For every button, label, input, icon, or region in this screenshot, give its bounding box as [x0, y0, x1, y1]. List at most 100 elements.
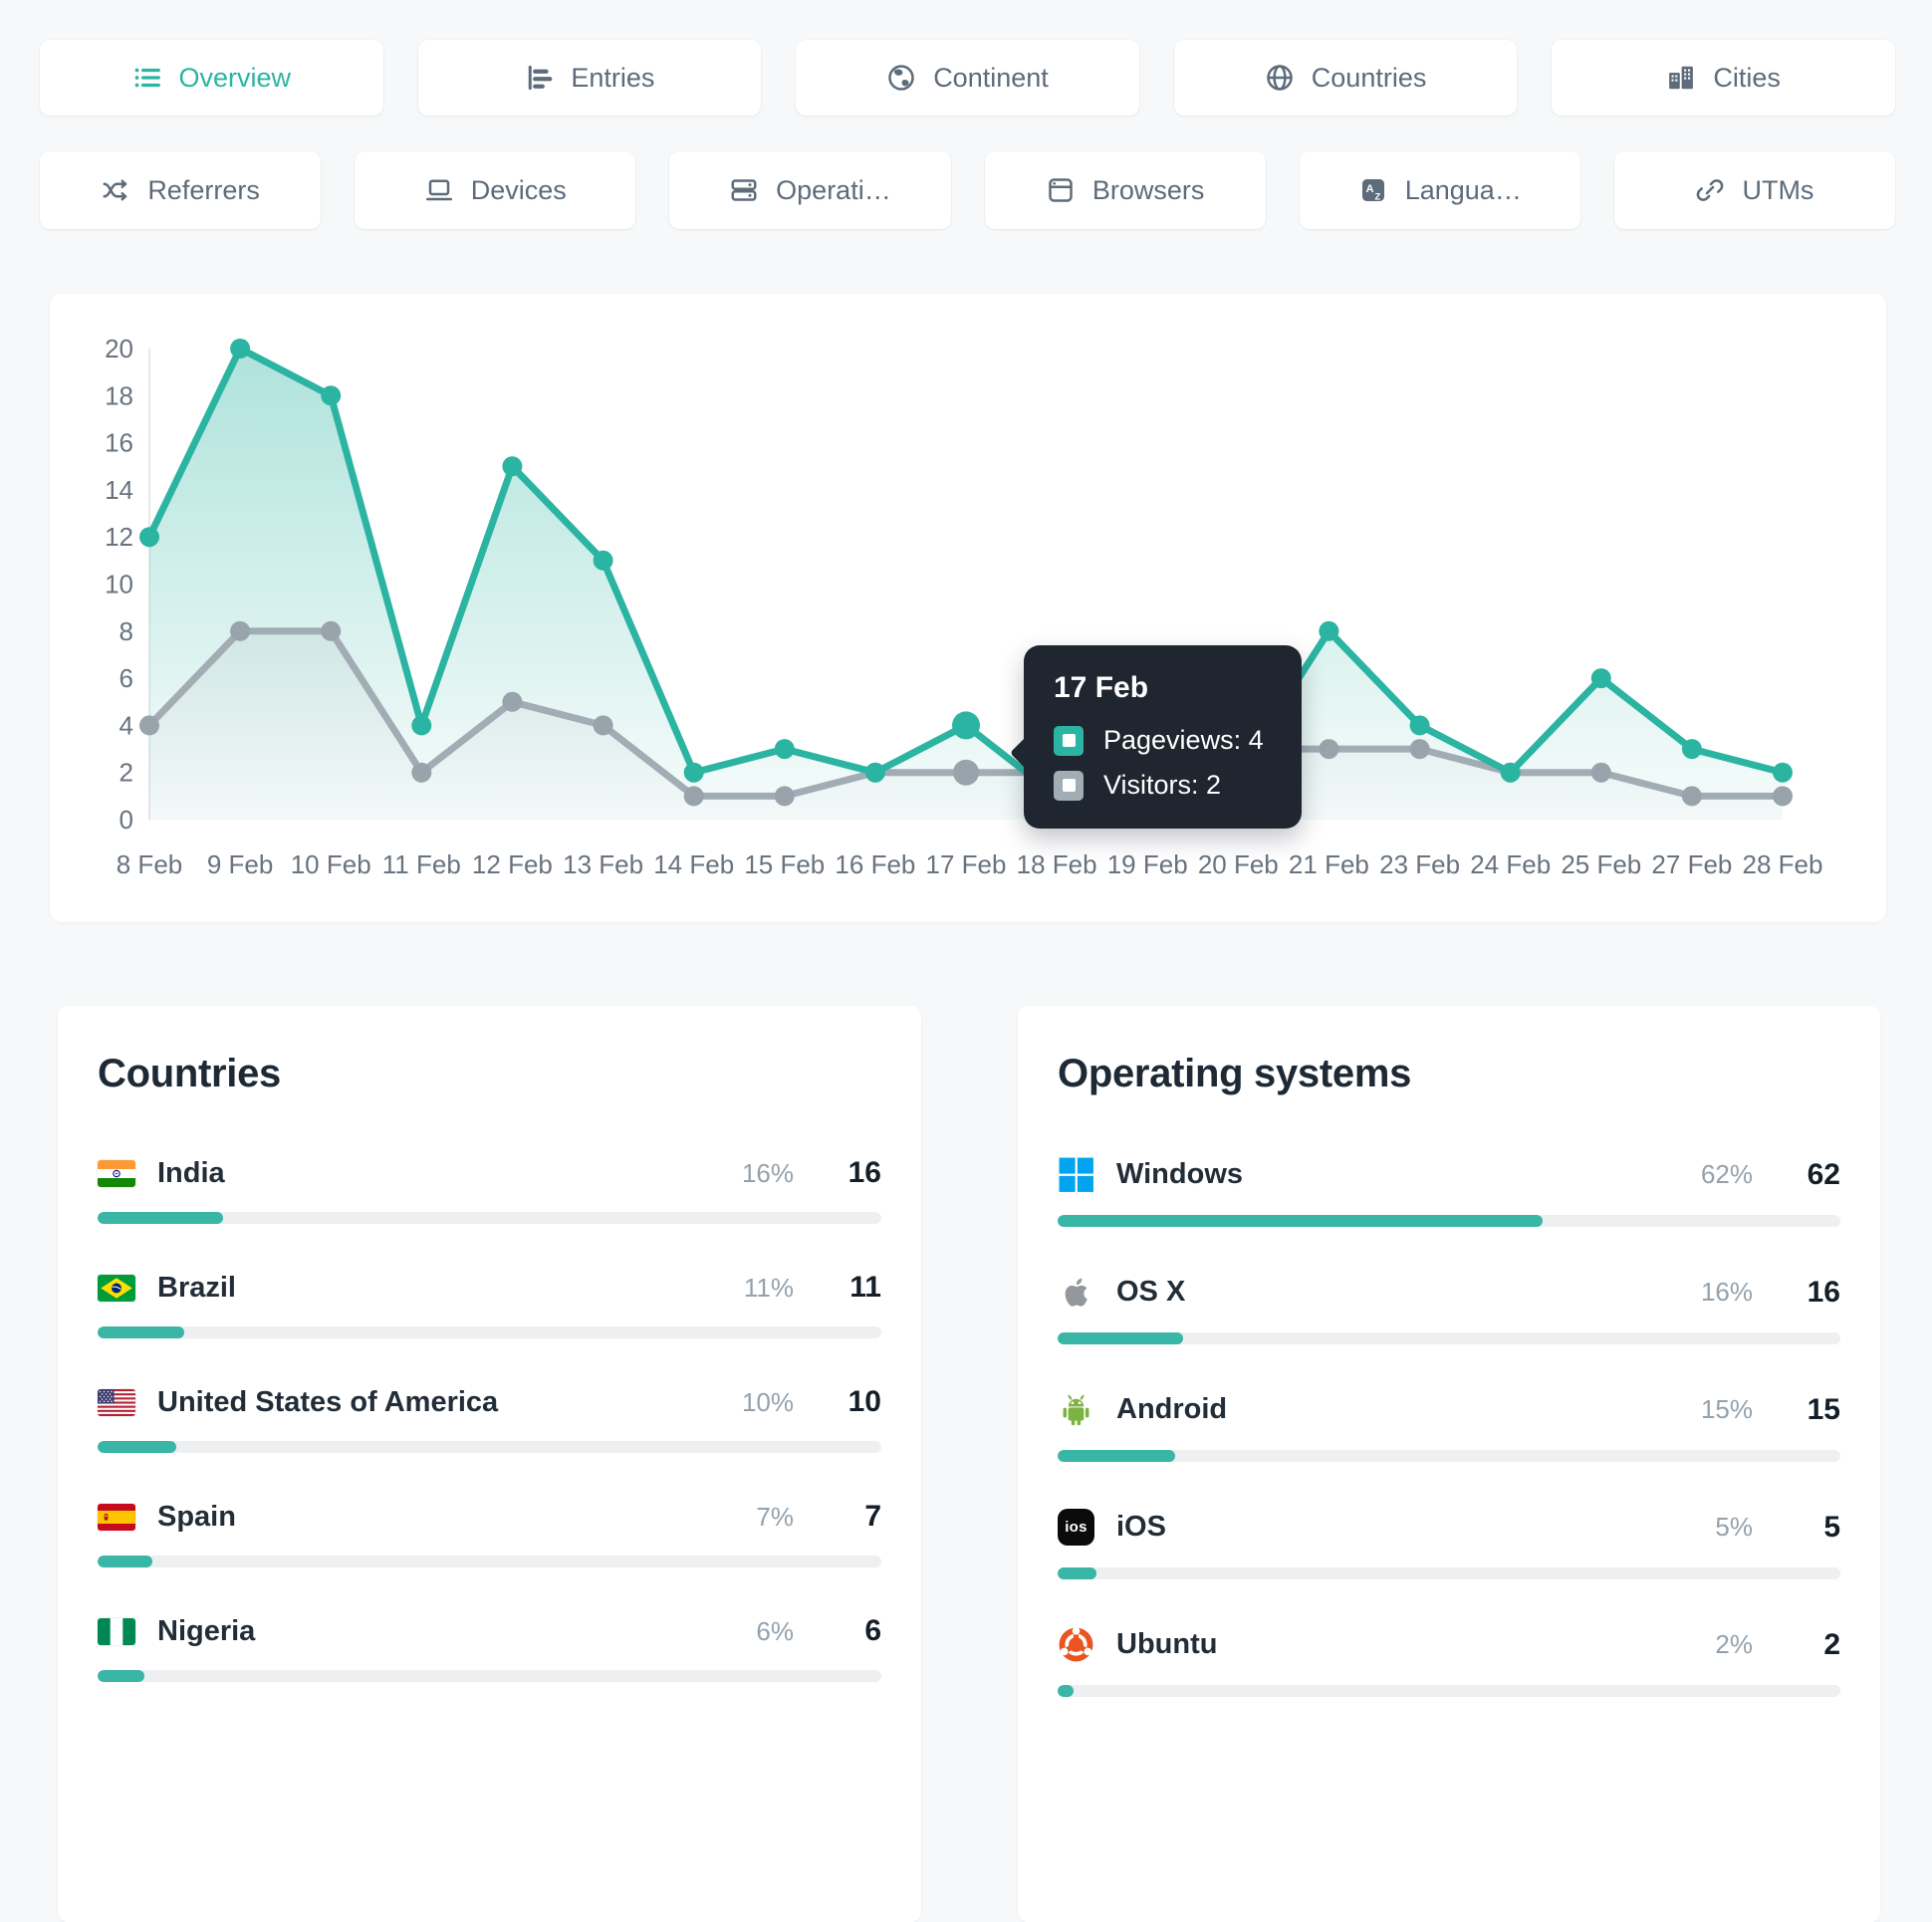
chart-point[interactable]	[1500, 762, 1521, 783]
stat-row[interactable]: Android 15% 15	[1058, 1391, 1840, 1462]
countries-list: India 16% 16 Brazil 11% 11 United States…	[98, 1156, 881, 1682]
chart-point[interactable]	[1681, 739, 1702, 760]
tab-langua[interactable]: A Z Langua…	[1299, 151, 1580, 229]
tab-operati[interactable]: Operati…	[669, 151, 951, 229]
stat-progress-bar	[1058, 1685, 1840, 1697]
stat-row[interactable]: Ubuntu 2% 2	[1058, 1626, 1840, 1697]
chart-point[interactable]	[593, 550, 613, 571]
stat-row[interactable]: OS X 16% 16	[1058, 1274, 1840, 1344]
x-axis-tick: 18 Feb	[1017, 849, 1097, 879]
chart-point[interactable]	[774, 786, 795, 807]
tab-cities[interactable]: Cities	[1552, 40, 1895, 116]
flag-nigeria-icon	[98, 1617, 135, 1645]
stat-row[interactable]: United States of America 10% 10	[98, 1385, 881, 1453]
tab-referrers[interactable]: Referrers	[40, 151, 322, 229]
y-axis: 0 2 4 6 8 10 12 14 16 18 20	[105, 334, 133, 835]
stat-value: 15	[1807, 1392, 1840, 1426]
chart-point[interactable]	[1590, 668, 1611, 689]
tab-devices[interactable]: Devices	[355, 151, 636, 229]
stat-percent: 62%	[1700, 1159, 1753, 1189]
chart-point[interactable]	[1409, 715, 1430, 736]
stat-name: Brazil	[157, 1271, 236, 1304]
stat-name: iOS	[1116, 1511, 1166, 1543]
tooltip-row: Visitors: 2	[1054, 770, 1268, 801]
chart-point[interactable]	[593, 715, 613, 736]
chart-point[interactable]	[864, 762, 885, 783]
stat-percent: 16%	[741, 1157, 794, 1188]
chart-point[interactable]	[139, 715, 159, 736]
chart-point[interactable]	[1681, 786, 1702, 807]
chart-point[interactable]	[1773, 786, 1793, 807]
x-axis-tick: 16 Feb	[835, 849, 915, 879]
x-axis-tick: 21 Feb	[1289, 849, 1369, 879]
stat-row[interactable]: India 16% 16	[98, 1156, 881, 1224]
chart-point[interactable]	[683, 762, 704, 783]
tooltip-metric: Visitors: 2	[1103, 770, 1222, 801]
stat-value: 11	[849, 1271, 881, 1304]
chart-point[interactable]	[502, 456, 523, 477]
chart-point[interactable]	[774, 739, 795, 760]
traffic-chart-card: 0 2 4 6 8 10 12 14 16 18 20 8 Feb 9 Feb 10 Feb 11 Feb…	[50, 294, 1886, 922]
stat-row[interactable]: ios iOS 5% 5	[1058, 1509, 1840, 1579]
stat-percent: 16%	[1700, 1277, 1753, 1307]
chart-point[interactable]	[1319, 620, 1339, 641]
x-axis-tick: 11 Feb	[382, 849, 461, 879]
stat-row[interactable]: Spain 7% 7	[98, 1500, 881, 1567]
tab-label: UTMs	[1742, 174, 1814, 205]
chart-point[interactable]	[952, 711, 980, 740]
x-axis-tick: 10 Feb	[291, 849, 371, 879]
operating-systems-panel-title: Operating systems	[1058, 1052, 1412, 1095]
chart-point[interactable]	[321, 620, 342, 641]
chart-point[interactable]	[411, 715, 432, 736]
svg-text:A: A	[1365, 183, 1373, 195]
chart-point[interactable]	[1590, 762, 1611, 783]
chart-point[interactable]	[1773, 762, 1793, 783]
language-icon: AZ	[1358, 175, 1388, 205]
x-axis-tick: 19 Feb	[1107, 849, 1188, 879]
tab-countries[interactable]: Countries	[1173, 40, 1518, 116]
visitors-legend-chip	[1054, 770, 1084, 801]
stat-value: 6	[864, 1614, 881, 1647]
chart-point[interactable]	[230, 620, 251, 641]
stat-row[interactable]: Nigeria 6% 6	[98, 1614, 881, 1682]
x-axis-tick: 27 Feb	[1651, 849, 1732, 879]
x-axis-tick: 9 Feb	[207, 849, 274, 879]
chart-point[interactable]	[230, 339, 251, 359]
tab-overview[interactable]: Overview	[40, 40, 383, 116]
operating-systems-panel: Operating systems Windows 62% 62 OS X 16…	[1018, 1006, 1880, 1922]
entries-icon	[524, 63, 554, 93]
x-axis-tick: 14 Feb	[653, 849, 734, 879]
x-axis-tick: 13 Feb	[563, 849, 643, 879]
stat-name: Spain	[157, 1500, 236, 1533]
chart-point[interactable]	[953, 759, 979, 786]
chart-point[interactable]	[1319, 739, 1339, 760]
tooltip-date: 17 Feb	[1054, 671, 1149, 705]
chart-point[interactable]	[502, 691, 523, 712]
chart-point[interactable]	[1409, 739, 1430, 760]
stat-row[interactable]: Brazil 11% 11	[98, 1271, 881, 1338]
stat-row[interactable]: Windows 62% 62	[1058, 1156, 1840, 1227]
y-axis-tick: 20	[105, 334, 133, 363]
chart-point[interactable]	[411, 762, 432, 783]
y-axis-tick: 8	[120, 616, 133, 646]
chart-point[interactable]	[683, 786, 704, 807]
countries-panel: Countries India 16% 16 Brazil 11% 11 Uni…	[58, 1006, 921, 1922]
x-axis-tick: 17 Feb	[926, 849, 1007, 879]
stat-percent: 7%	[756, 1501, 794, 1532]
stat-value: 5	[1823, 1510, 1840, 1544]
stat-progress-bar	[98, 1556, 881, 1567]
tab-label: Operati…	[776, 174, 891, 205]
stat-progress-bar	[98, 1670, 881, 1682]
chart-point[interactable]	[321, 385, 342, 406]
countries-panel-title: Countries	[98, 1052, 281, 1095]
tab-browsers[interactable]: Browsers	[984, 151, 1266, 229]
x-axis-tick: 12 Feb	[472, 849, 553, 879]
stat-name: Windows	[1116, 1158, 1244, 1190]
chart-point[interactable]	[139, 527, 159, 548]
stat-progress-bar	[1058, 1215, 1840, 1227]
x-axis-tick: 8 Feb	[117, 849, 183, 879]
tab-utms[interactable]: UTMs	[1613, 151, 1896, 229]
tab-entries[interactable]: Entries	[417, 40, 762, 116]
shuffle-icon	[101, 175, 130, 205]
tab-continent[interactable]: Continent	[796, 40, 1139, 116]
